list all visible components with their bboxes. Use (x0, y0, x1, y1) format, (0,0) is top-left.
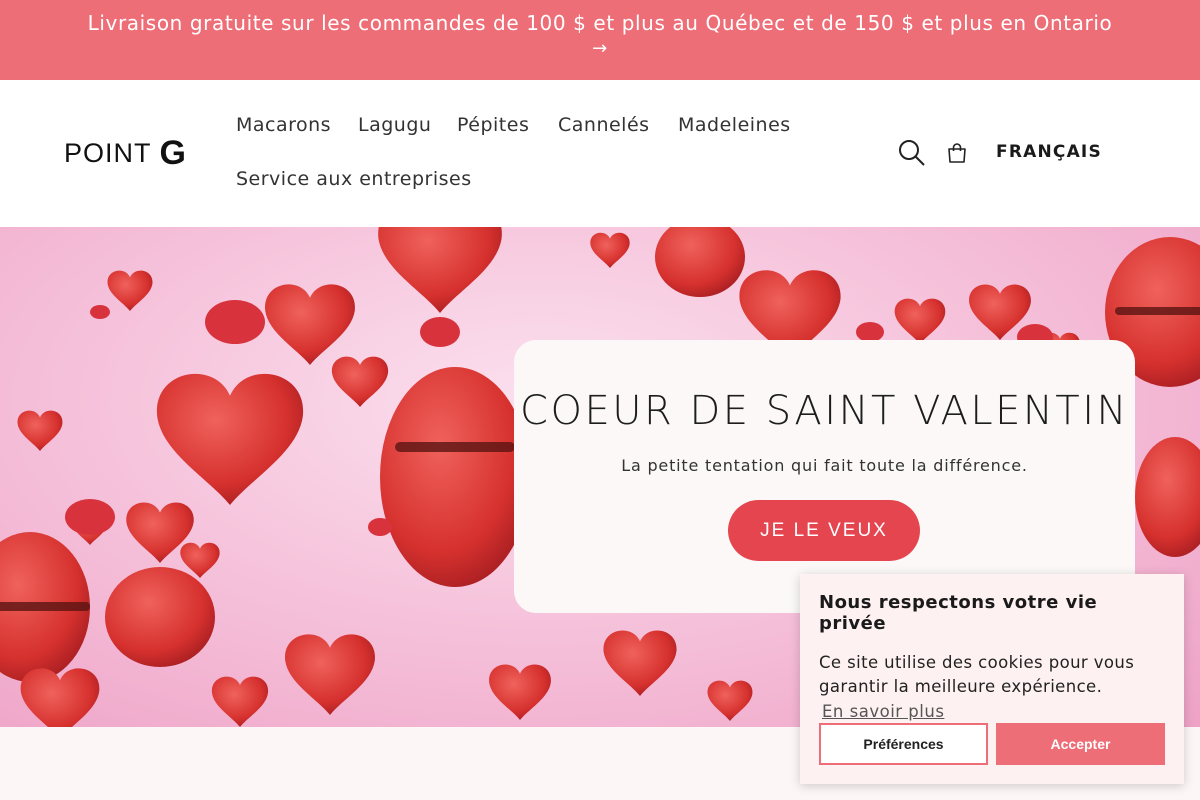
logo-word: POINT (64, 137, 152, 168)
site-header: POINT G Macarons Lagugu Pépites Cannelés… (0, 80, 1200, 227)
nav-item-pepites[interactable]: Pépites (457, 114, 529, 136)
cart-icon (948, 143, 966, 163)
logo[interactable]: POINT G (64, 133, 186, 172)
cookie-text: Ce site utilise des cookies pour vous ga… (819, 653, 1135, 696)
cookie-learn-more-link[interactable]: En savoir plus (822, 702, 944, 721)
announcement-bar: Livraison gratuite sur les commandes de … (0, 0, 1200, 80)
hero-card: COEUR DE SAINT VALENTIN La petite tentat… (514, 340, 1135, 613)
language-selector[interactable]: FRANÇAIS (996, 142, 1102, 162)
announcement-link[interactable]: Livraison gratuite sur les commandes de … (0, 11, 1200, 61)
nav-item-lagugu[interactable]: Lagugu (358, 114, 431, 136)
cookie-accept-button[interactable]: Accepter (996, 723, 1165, 765)
cart-button[interactable] (937, 133, 977, 173)
hero-subtitle: La petite tentation qui fait toute la di… (621, 456, 1028, 475)
arrow-right-icon: → (592, 38, 608, 59)
hero-title: COEUR DE SAINT VALENTIN (520, 388, 1129, 434)
logo-letter: G (159, 133, 186, 172)
cookie-title: Nous respectons votre vie privée (819, 592, 1098, 634)
cookie-preferences-button[interactable]: Préférences (819, 723, 988, 765)
nav-item-canneles[interactable]: Cannelés (558, 114, 650, 136)
nav-item-madeleines[interactable]: Madeleines (678, 114, 791, 136)
search-button[interactable] (892, 133, 932, 173)
nav-item-macarons[interactable]: Macarons (236, 114, 331, 136)
cookie-banner: Nous respectons votre vie privée Ce site… (800, 574, 1184, 784)
hero-cta-button[interactable]: JE LE VEUX (728, 500, 920, 561)
search-icon (899, 140, 925, 166)
nav-item-service-entreprises[interactable]: Service aux entreprises (236, 168, 472, 190)
announcement-text: Livraison gratuite sur les commandes de … (87, 11, 1113, 35)
